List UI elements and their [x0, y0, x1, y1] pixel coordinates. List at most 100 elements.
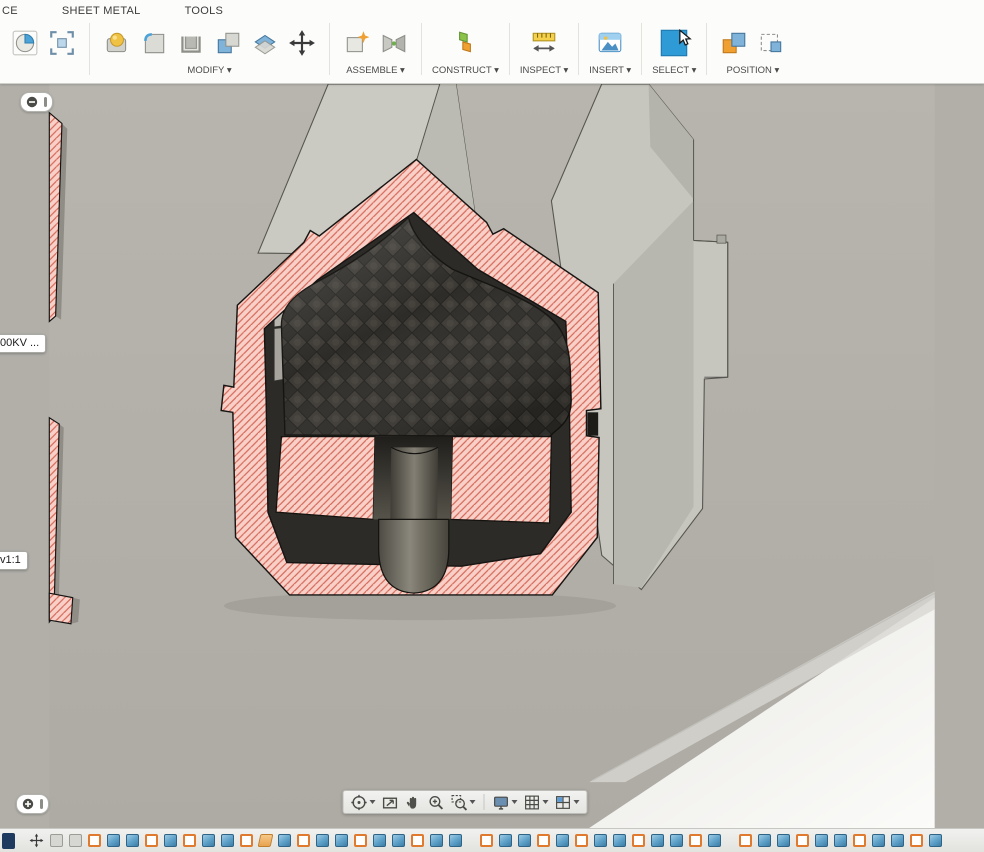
- pan-button[interactable]: [403, 792, 424, 812]
- fillet-button[interactable]: [137, 23, 171, 63]
- grid-snap-button[interactable]: [522, 792, 551, 812]
- new-component-button[interactable]: [340, 23, 374, 63]
- tab-sheet-metal[interactable]: SHEET METAL: [62, 5, 141, 17]
- section-body-label[interactable]: 00KV ...: [0, 334, 47, 353]
- construct-plane-button[interactable]: [448, 23, 482, 63]
- timeline-feature-sketch[interactable]: [297, 834, 310, 847]
- assemble-group-label[interactable]: ASSEMBLE ▾: [346, 65, 405, 76]
- right-wall-notch: [587, 412, 599, 436]
- counterbore-lower[interactable]: [378, 518, 450, 594]
- thicken-button[interactable]: [248, 23, 282, 63]
- timeline-feature-solid[interactable]: [499, 834, 512, 847]
- timeline-feature-solid[interactable]: [278, 834, 291, 847]
- timeline-feature-sketch[interactable]: [480, 834, 493, 847]
- timeline-feature-solid[interactable]: [107, 834, 120, 847]
- timeline-feature-solid[interactable]: [449, 834, 462, 847]
- timeline-feature-solid[interactable]: [126, 834, 139, 847]
- timeline-feature-solid[interactable]: [202, 834, 215, 847]
- timeline-feature-solid[interactable]: [518, 834, 531, 847]
- timeline-position-marker[interactable]: [2, 832, 15, 849]
- timeline-move-feature[interactable]: [29, 833, 44, 848]
- combine-button[interactable]: [211, 23, 245, 63]
- timeline-feature-sketch[interactable]: [575, 834, 588, 847]
- timeline-feature-solid[interactable]: [777, 834, 790, 847]
- timeline-feature-solid[interactable]: [373, 834, 386, 847]
- 3d-scene[interactable]: [0, 83, 984, 828]
- timeline-feature-solid[interactable]: [872, 834, 885, 847]
- capture-position-button[interactable]: [717, 23, 751, 63]
- timeline-feature-gray[interactable]: [69, 834, 82, 847]
- browser-collapse-toggle[interactable]: [20, 92, 53, 112]
- shell-button[interactable]: [174, 23, 208, 63]
- timeline-feature-sketch[interactable]: [632, 834, 645, 847]
- position-group-label[interactable]: POSITION ▾: [727, 65, 780, 76]
- ribbon-tabs: CE SHEET METAL TOOLS: [0, 0, 984, 21]
- move-button[interactable]: [285, 23, 319, 63]
- insert-group-label[interactable]: INSERT ▾: [589, 65, 631, 76]
- timeline-feature-solid[interactable]: [316, 834, 329, 847]
- timeline-feature-solid[interactable]: [221, 834, 234, 847]
- drag-handle: [39, 799, 43, 809]
- section-view-label[interactable]: v1:1: [0, 551, 28, 570]
- timeline-feature-sketch[interactable]: [411, 834, 424, 847]
- timeline-feature-sketch[interactable]: [145, 834, 158, 847]
- display-settings-button[interactable]: [491, 792, 520, 812]
- zoom-button[interactable]: [426, 792, 447, 812]
- timeline-feature-sketch[interactable]: [910, 834, 923, 847]
- insert-image-button[interactable]: [593, 23, 627, 63]
- modify-group-label[interactable]: MODIFY ▾: [187, 65, 231, 76]
- timeline-feature-sketch[interactable]: [240, 834, 253, 847]
- sphere-icon: [12, 30, 38, 56]
- timeline-feature-solid[interactable]: [613, 834, 626, 847]
- inspect-group-label[interactable]: INSPECT ▾: [520, 65, 568, 76]
- timeline-feature-solid[interactable]: [834, 834, 847, 847]
- timeline-feature-solid[interactable]: [815, 834, 828, 847]
- measure-button[interactable]: [527, 23, 561, 63]
- model-viewport[interactable]: 00KV ... v1:1: [0, 83, 984, 828]
- timeline-feature-gray[interactable]: [50, 834, 63, 847]
- timeline-feature-solid[interactable]: [335, 834, 348, 847]
- tab-surface-truncated[interactable]: CE: [2, 5, 18, 17]
- timeline-feature-solid[interactable]: [556, 834, 569, 847]
- orbit-button[interactable]: [349, 792, 378, 812]
- timeline-feature-sketch[interactable]: [739, 834, 752, 847]
- timeline-feature-sketch[interactable]: [537, 834, 550, 847]
- timeline-feature-solid[interactable]: [929, 834, 942, 847]
- timeline-feature-solid[interactable]: [708, 834, 721, 847]
- timeline-feature-sketch[interactable]: [853, 834, 866, 847]
- select-button[interactable]: [657, 23, 693, 63]
- viewports-icon: [556, 795, 570, 809]
- select-group-label[interactable]: SELECT ▾: [652, 65, 696, 76]
- group-select: SELECT ▾: [646, 21, 702, 76]
- joint-button[interactable]: [377, 23, 411, 63]
- timeline-feature-gap: [468, 834, 474, 847]
- timeline-feature-solid[interactable]: [891, 834, 904, 847]
- timeline-feature-solid[interactable]: [758, 834, 771, 847]
- timeline-feature-plane[interactable]: [257, 834, 274, 847]
- comments-expand-toggle[interactable]: [16, 794, 49, 814]
- timeline-feature-solid[interactable]: [164, 834, 177, 847]
- measure-icon: [532, 32, 556, 52]
- zoom-window-button[interactable]: [449, 792, 478, 812]
- construct-group-label[interactable]: CONSTRUCT ▾: [432, 65, 499, 76]
- look-at-button[interactable]: [380, 792, 401, 812]
- timeline-feature-solid[interactable]: [430, 834, 443, 847]
- timeline-feature-solid[interactable]: [651, 834, 664, 847]
- timeline-feature-sketch[interactable]: [183, 834, 196, 847]
- counterbore-upper[interactable]: [373, 436, 453, 520]
- timeline-feature-solid[interactable]: [670, 834, 683, 847]
- group-separator: [578, 23, 580, 75]
- tab-tools[interactable]: TOOLS: [185, 5, 224, 17]
- revert-position-button[interactable]: [754, 23, 788, 63]
- timeline-feature-sketch[interactable]: [689, 834, 702, 847]
- press-pull-button[interactable]: [100, 23, 134, 63]
- timeline-feature-sketch[interactable]: [354, 834, 367, 847]
- selection-box-button[interactable]: [45, 23, 79, 63]
- timeline-feature-sketch[interactable]: [796, 834, 809, 847]
- timeline-feature-solid[interactable]: [392, 834, 405, 847]
- sphere-tool-button[interactable]: [8, 23, 42, 63]
- timeline-feature-solid[interactable]: [594, 834, 607, 847]
- viewports-button[interactable]: [553, 792, 582, 812]
- mouse-cursor: [679, 29, 693, 46]
- timeline-feature-sketch[interactable]: [88, 834, 101, 847]
